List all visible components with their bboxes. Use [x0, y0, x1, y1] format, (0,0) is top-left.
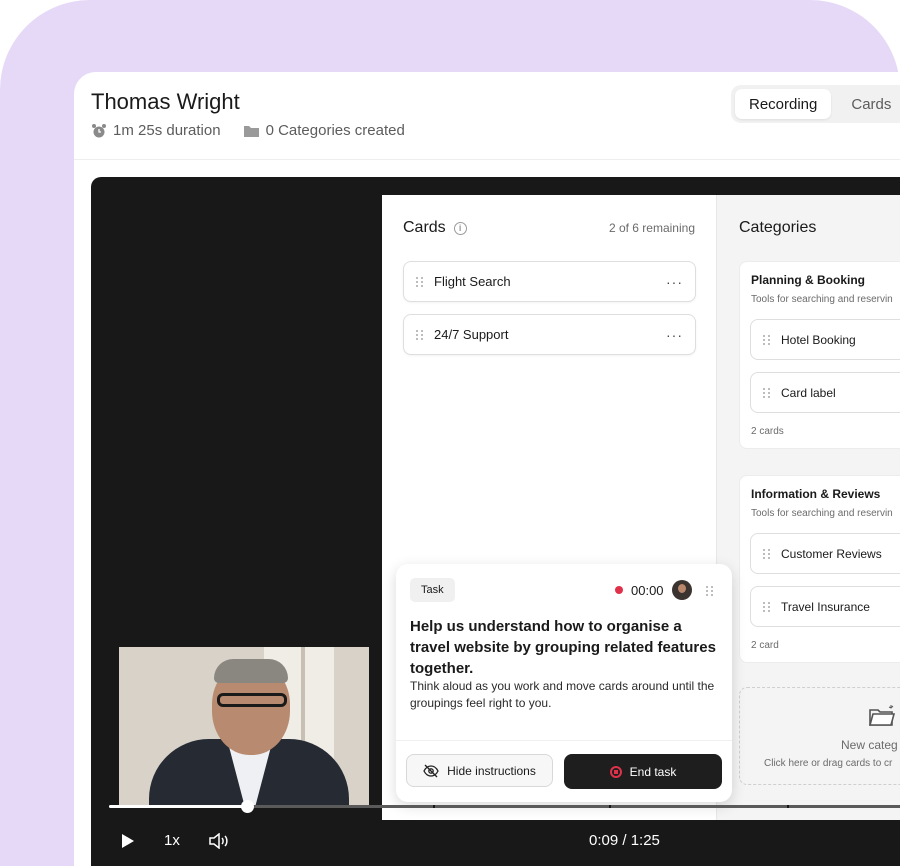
- card-item[interactable]: Flight Search ···: [403, 261, 696, 302]
- category-card[interactable]: Customer Reviews: [750, 533, 900, 574]
- task-heading: Help us understand how to organise a tra…: [410, 618, 716, 677]
- duration-text: 1m 25s duration: [113, 122, 221, 139]
- eye-off-icon: [423, 764, 439, 777]
- task-chip: Task: [410, 578, 455, 602]
- category-card-label: Customer Reviews: [781, 546, 882, 561]
- tab-cards[interactable]: Cards: [837, 89, 900, 119]
- progress-scrubber[interactable]: [240, 800, 254, 813]
- category-card[interactable]: Hotel Booking: [750, 319, 900, 360]
- stop-icon: [609, 765, 622, 778]
- avatar: [671, 580, 692, 600]
- task-body: Think aloud as you work and move cards a…: [410, 679, 715, 710]
- categories-pane: Categories Planning & Booking Tools for …: [718, 195, 900, 820]
- drag-handle-icon[interactable]: [706, 585, 714, 597]
- recording-indicator: 00:00: [615, 580, 692, 600]
- header-divider: [74, 159, 900, 160]
- cards-pane-title: Cards: [403, 219, 446, 236]
- category-card-label: Card label: [781, 385, 836, 400]
- folder-icon: [243, 125, 259, 137]
- remaining-count: 2 of 6 remaining: [608, 221, 695, 235]
- recording-meta: 1m 25s duration 0 Categories created: [91, 122, 405, 139]
- recording-window: Thomas Wright 1m 25s duration 0 Categori…: [74, 72, 900, 866]
- card-label: Flight Search: [434, 274, 511, 289]
- progress-bar[interactable]: [109, 800, 900, 813]
- card-label: 24/7 Support: [434, 327, 509, 342]
- task-divider: [396, 740, 732, 741]
- new-folder-icon: [868, 705, 896, 726]
- video-player: Cards i 2 of 6 remaining Flight Search ·…: [91, 177, 900, 866]
- drag-handle-icon[interactable]: [416, 329, 424, 341]
- info-icon[interactable]: i: [453, 221, 467, 235]
- new-category-title: New categ: [841, 738, 898, 752]
- hide-instructions-label: Hide instructions: [447, 763, 536, 778]
- record-dot-icon: [615, 586, 623, 594]
- drag-handle-icon[interactable]: [763, 601, 771, 613]
- view-tabs: Recording Cards: [731, 85, 900, 123]
- tab-recording[interactable]: Recording: [735, 89, 832, 119]
- drag-handle-icon[interactable]: [763, 334, 771, 346]
- play-icon[interactable]: [121, 833, 135, 849]
- category-name: Information & Reviews: [751, 487, 881, 501]
- volume-icon[interactable]: [209, 833, 229, 849]
- playback-time: 0:09 / 1:25: [589, 832, 660, 849]
- drag-handle-icon[interactable]: [763, 548, 771, 560]
- card-item[interactable]: 24/7 Support ···: [403, 314, 696, 355]
- end-task-button[interactable]: End task: [564, 754, 722, 789]
- categories-pane-title: Categories: [739, 219, 817, 236]
- more-options-icon[interactable]: ···: [666, 327, 683, 343]
- category-box[interactable]: Information & Reviews Tools for searchin…: [739, 475, 900, 663]
- category-description: Tools for searching and reservin: [751, 294, 893, 305]
- end-task-label: End task: [629, 764, 677, 779]
- category-card[interactable]: Card label: [750, 372, 900, 413]
- category-card[interactable]: Travel Insurance: [750, 586, 900, 627]
- player-controls: 1x 0:09 / 1:25: [91, 797, 900, 866]
- category-card-label: Travel Insurance: [781, 599, 870, 614]
- progress-fill: [109, 805, 247, 808]
- playback-speed[interactable]: 1x: [164, 832, 180, 849]
- category-count: 2 card: [751, 640, 779, 651]
- new-category-dropzone[interactable]: New categ Click here or drag cards to cr: [739, 687, 900, 785]
- category-card-label: Hotel Booking: [781, 332, 856, 347]
- category-box[interactable]: Planning & Booking Tools for searching a…: [739, 261, 900, 449]
- cards-pane-header: Cards i: [403, 219, 467, 237]
- drag-handle-icon[interactable]: [763, 387, 771, 399]
- webcam-feed: [119, 647, 369, 807]
- category-count: 2 cards: [751, 426, 784, 437]
- drag-handle-icon[interactable]: [416, 276, 424, 288]
- category-description: Tools for searching and reservin: [751, 508, 893, 519]
- alarm-clock-icon: [92, 123, 106, 137]
- hide-instructions-button[interactable]: Hide instructions: [406, 754, 553, 787]
- participant-name: Thomas Wright: [91, 89, 240, 114]
- more-options-icon[interactable]: ···: [666, 274, 683, 290]
- recording-timer: 00:00: [631, 582, 664, 598]
- new-category-hint: Click here or drag cards to cr: [764, 758, 893, 769]
- categories-created-text: 0 Categories created: [265, 122, 405, 139]
- category-name: Planning & Booking: [751, 273, 865, 287]
- task-panel: Task 00:00 Help us understand how to org…: [396, 564, 732, 802]
